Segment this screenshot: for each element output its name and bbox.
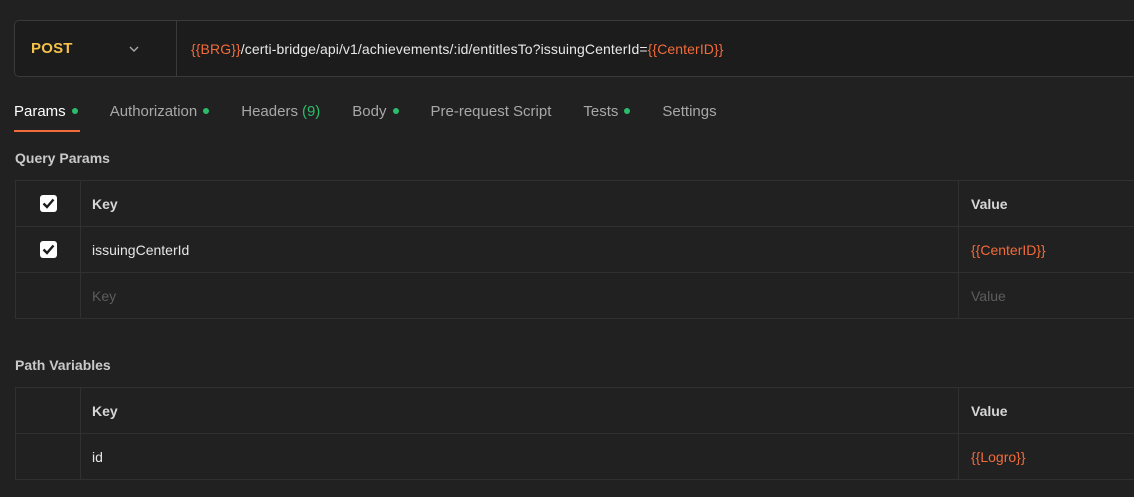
table-header-row: Key Value <box>16 388 1134 434</box>
tab-label: Pre-request Script <box>430 102 552 120</box>
method-label: POST <box>31 40 73 57</box>
tab-label: Authorization <box>109 102 198 120</box>
param-value-field[interactable]: {{CenterID}} <box>959 227 1134 272</box>
url-variable-center: {{CenterID}} <box>647 40 724 57</box>
status-dot-icon <box>392 108 399 114</box>
path-variables-table: Key Value id {{Logro}} <box>15 387 1134 480</box>
tab-label: Tests <box>583 102 619 120</box>
new-param-value-field[interactable]: Value <box>959 273 1134 318</box>
tab-tests[interactable]: Tests <box>583 100 631 122</box>
tab-count: (9) <box>301 102 321 120</box>
new-param-row: Key Value <box>16 273 1134 319</box>
query-params-title: Query Params <box>15 150 110 166</box>
url-path: /certi-bridge/api/v1/achievements/:id/en… <box>240 40 648 57</box>
method-select[interactable]: POST <box>15 21 177 76</box>
tab-settings[interactable]: Settings <box>662 100 716 122</box>
tab-label: Params <box>14 102 66 120</box>
request-editor: POST {{BRG}}/certi-bridge/api/v1/achieve… <box>0 0 1134 497</box>
status-dot-icon <box>203 108 210 114</box>
row-check-cell <box>16 273 81 318</box>
param-key-field[interactable]: issuingCenterId <box>81 227 959 272</box>
query-params-table: Key Value issuingCenterId {{CenterID}} K… <box>15 180 1134 319</box>
new-param-key-field[interactable]: Key <box>81 273 959 318</box>
path-variables-title: Path Variables <box>15 357 111 373</box>
url-bar: POST {{BRG}}/certi-bridge/api/v1/achieve… <box>14 20 1134 77</box>
tab-authorization[interactable]: Authorization <box>110 100 210 122</box>
table-header-row: Key Value <box>16 181 1134 227</box>
status-dot-icon <box>71 108 78 114</box>
status-dot-icon <box>624 108 631 114</box>
tab-params[interactable]: Params <box>14 100 80 132</box>
url-input[interactable]: {{BRG}}/certi-bridge/api/v1/achievements… <box>177 41 724 57</box>
key-column-header: Key <box>81 181 959 226</box>
checkmark-icon <box>42 198 54 209</box>
select-all-checkbox[interactable] <box>39 195 57 212</box>
row-check-cell <box>16 434 81 479</box>
request-tabs: Params Authorization Headers (9) Body Pre… <box>14 100 749 136</box>
param-enabled-checkbox[interactable] <box>39 241 57 258</box>
row-check-cell <box>16 227 81 272</box>
table-row: issuingCenterId {{CenterID}} <box>16 227 1134 273</box>
tab-label: Settings <box>662 102 717 120</box>
tab-label: Headers <box>241 102 298 120</box>
chevron-down-icon <box>128 43 140 55</box>
tab-pre-request-script[interactable]: Pre-request Script <box>431 100 552 122</box>
tab-headers[interactable]: Headers (9) <box>241 100 320 122</box>
select-all-cell <box>16 181 81 226</box>
tab-label: Body <box>352 102 387 120</box>
value-column-header: Value <box>971 195 1008 212</box>
row-check-cell <box>16 388 81 433</box>
checkmark-icon <box>42 244 54 255</box>
table-row: id {{Logro}} <box>16 434 1134 480</box>
key-column-header: Key <box>81 388 959 433</box>
path-variable-key: id <box>81 434 959 479</box>
url-variable-base: {{BRG}} <box>191 40 241 57</box>
tab-body[interactable]: Body <box>352 100 399 122</box>
path-variable-value-field[interactable]: {{Logro}} <box>959 434 1134 479</box>
value-column-header: Value <box>971 402 1008 419</box>
